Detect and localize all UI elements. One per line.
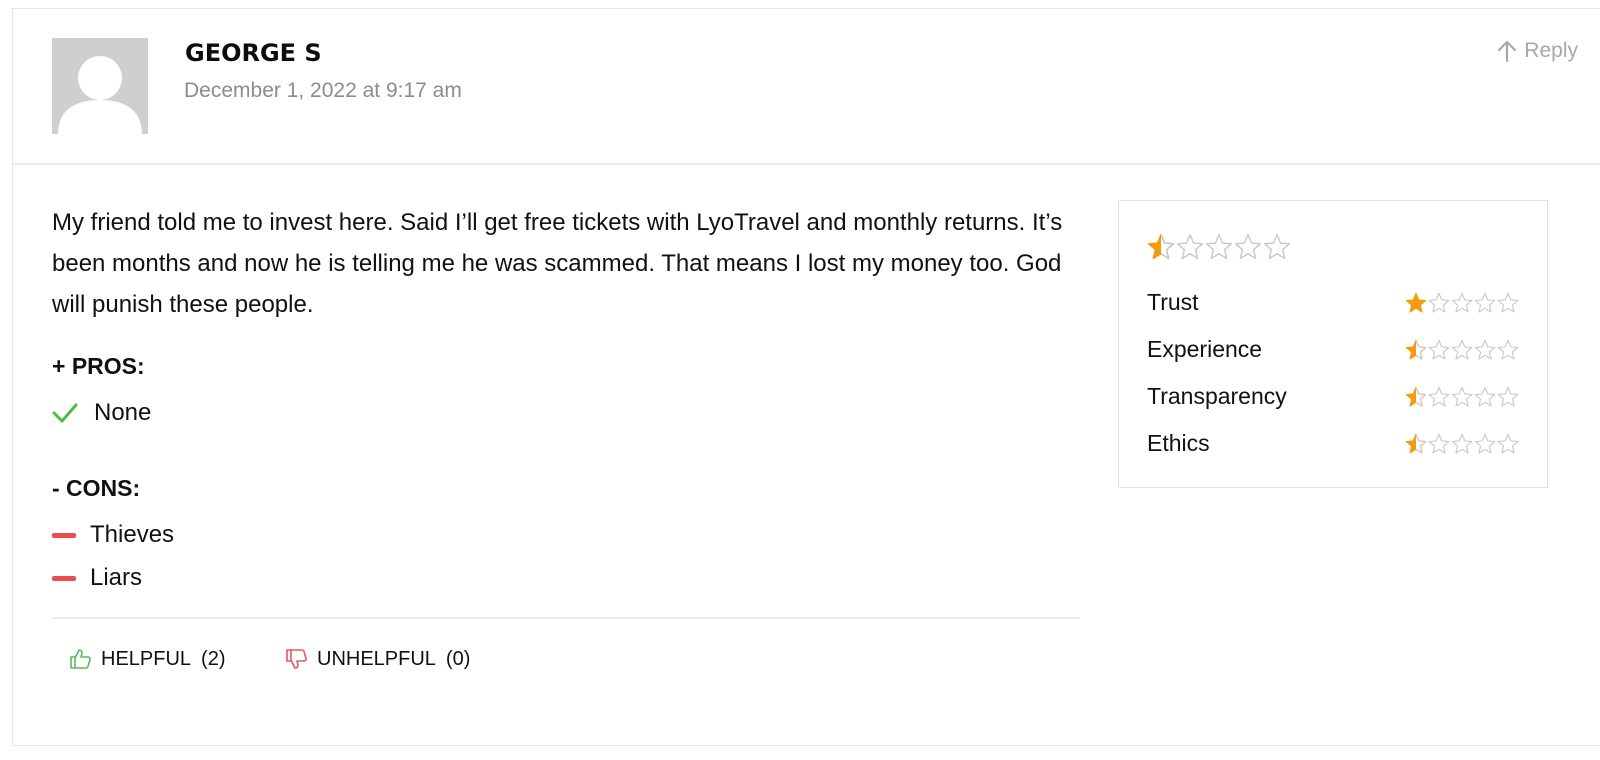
star-icon [1474,386,1496,407]
con-label: Thieves [90,521,175,548]
minus-icon [52,575,76,581]
con-label: Liars [90,564,143,591]
con-item: Liars [52,564,142,592]
star-icon [1497,292,1519,313]
star-icon [1497,339,1519,360]
star-icon [1428,292,1450,313]
criterion-ethics: Ethics [1147,430,1519,457]
minus-icon [52,532,76,538]
star-icon [1451,339,1473,360]
thumbs-up-icon [70,649,91,669]
criterion-experience: Experience [1147,336,1519,363]
arrow-up-icon [1498,40,1517,63]
unhelpful-label: UNHELPFUL [317,647,436,670]
star-icon [1147,234,1175,260]
criterion-label: Experience [1147,336,1263,362]
criterion-stars [1404,386,1519,408]
criterion-trust: Trust [1147,289,1519,316]
criterion-label: Trust [1147,289,1199,315]
review-text: My friend told me to invest here. Said I… [52,209,1063,318]
star-icon [1405,339,1427,360]
star-icon [1451,292,1473,313]
pro-item: None [52,399,151,427]
reply-button[interactable]: Reply [1496,39,1578,63]
star-icon [1405,433,1427,454]
unhelpful-button[interactable]: UNHELPFUL (0) [285,647,470,671]
divider [52,617,1080,619]
star-icon [1405,292,1427,313]
star-icon [1497,386,1519,407]
star-icon [1205,234,1233,260]
helpful-count: (2) [201,647,226,670]
unhelpful-count: (0) [445,647,471,670]
star-icon [1263,234,1291,260]
check-icon [52,403,78,423]
review-header: GEORGE S December 1, 2022 at 9:17 am Rep… [13,9,1600,165]
cons-heading: - CONS: [52,475,141,501]
criterion-label: Transparency [1147,383,1287,409]
con-item: Thieves [52,521,174,549]
criterion-stars [1404,339,1519,361]
star-icon [1428,386,1450,407]
avatar [52,38,148,134]
star-icon [1234,234,1262,260]
criterion-stars [1404,292,1519,314]
star-icon [1428,339,1450,360]
review-card: GEORGE S December 1, 2022 at 9:17 am Rep… [12,8,1600,746]
criterion-label: Ethics [1147,430,1210,456]
pros-heading: + PROS: [52,353,145,379]
star-icon [1451,433,1473,454]
star-icon [1497,433,1519,454]
comment-date[interactable]: December 1, 2022 at 9:17 am [184,79,462,103]
helpful-button[interactable]: HELPFUL (2) [69,647,225,671]
star-icon [1474,433,1496,454]
star-icon [1451,386,1473,407]
helpful-label: HELPFUL [101,647,192,670]
star-icon [1474,292,1496,313]
star-icon [1176,234,1204,260]
star-icon [1428,433,1450,454]
pro-label: None [94,399,152,426]
author-name: GEORGE S [185,39,322,67]
user-silhouette-icon [52,38,148,134]
overall-rating [1147,233,1292,261]
star-icon [1405,386,1427,407]
star-icon [1474,339,1496,360]
criterion-transparency: Transparency [1147,383,1519,410]
thumbs-down-icon [286,649,307,669]
criterion-stars [1404,433,1519,455]
reply-label: Reply [1524,39,1578,62]
rating-box: Trust Experience Transparency Ethics [1118,200,1548,488]
